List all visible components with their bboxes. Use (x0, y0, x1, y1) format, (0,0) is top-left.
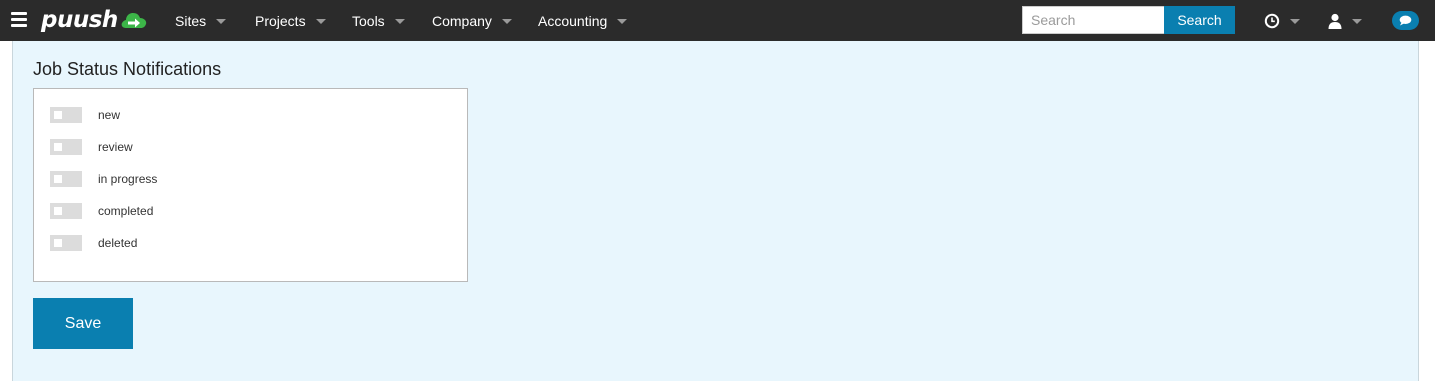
caret-down-icon (1290, 18, 1300, 24)
history-dropdown[interactable] (1264, 0, 1300, 41)
logo-text: puush (41, 7, 118, 33)
toggle-row-review: review (50, 139, 133, 155)
caret-down-icon (1352, 18, 1362, 24)
caret-down-icon (315, 18, 326, 24)
chat-button[interactable] (1392, 11, 1419, 30)
toggle-list: new review in progress completed deleted (33, 88, 468, 282)
toggle-label: deleted (98, 236, 138, 250)
hamburger-icon[interactable] (11, 12, 27, 27)
toggle-switch-new[interactable] (50, 107, 82, 123)
toggle-label: completed (98, 204, 154, 218)
clock-icon (1264, 13, 1280, 28)
nav-sites[interactable]: Sites (175, 0, 227, 41)
nav-company[interactable]: Company (432, 0, 512, 41)
nav-tools[interactable]: Tools (352, 0, 405, 41)
search-button[interactable]: Search (1164, 6, 1235, 34)
toggle-row-new: new (50, 107, 120, 123)
toggle-row-deleted: deleted (50, 235, 137, 251)
nav-tools-label: Tools (352, 12, 385, 29)
nav-accounting-label: Accounting (538, 12, 608, 29)
toggle-row-in-progress: in progress (50, 171, 157, 187)
toggle-switch-completed[interactable] (50, 203, 82, 219)
notifications-panel: Job Status Notifications new review in p… (12, 41, 1419, 381)
caret-down-icon (394, 18, 405, 24)
nav-sites-label: Sites (175, 12, 207, 29)
nav-projects-label: Projects (255, 12, 306, 29)
nav-projects[interactable]: Projects (255, 0, 326, 41)
chat-bubble-icon (1399, 15, 1412, 26)
caret-down-icon (617, 18, 628, 24)
top-navigation-bar: puush Sites Projects Tools Company Accou… (0, 0, 1435, 41)
toggle-label: in progress (98, 172, 158, 186)
section-title: Job Status Notifications (33, 59, 222, 79)
toggle-switch-in-progress[interactable] (50, 171, 82, 187)
user-icon (1328, 13, 1342, 29)
toggle-label: review (98, 140, 133, 154)
caret-down-icon (501, 18, 512, 24)
toggle-row-completed: completed (50, 203, 153, 219)
nav-accounting[interactable]: Accounting (538, 0, 628, 41)
save-button[interactable]: Save (33, 298, 133, 349)
cloud-arrow-icon (121, 13, 146, 28)
toggle-switch-deleted[interactable] (50, 235, 82, 251)
caret-down-icon (216, 18, 227, 24)
toggle-label: new (98, 108, 121, 122)
puush-logo[interactable]: puush (41, 5, 148, 35)
user-dropdown[interactable] (1328, 0, 1362, 41)
nav-company-label: Company (432, 12, 492, 29)
toggle-switch-review[interactable] (50, 139, 82, 155)
search-input[interactable] (1022, 6, 1164, 34)
